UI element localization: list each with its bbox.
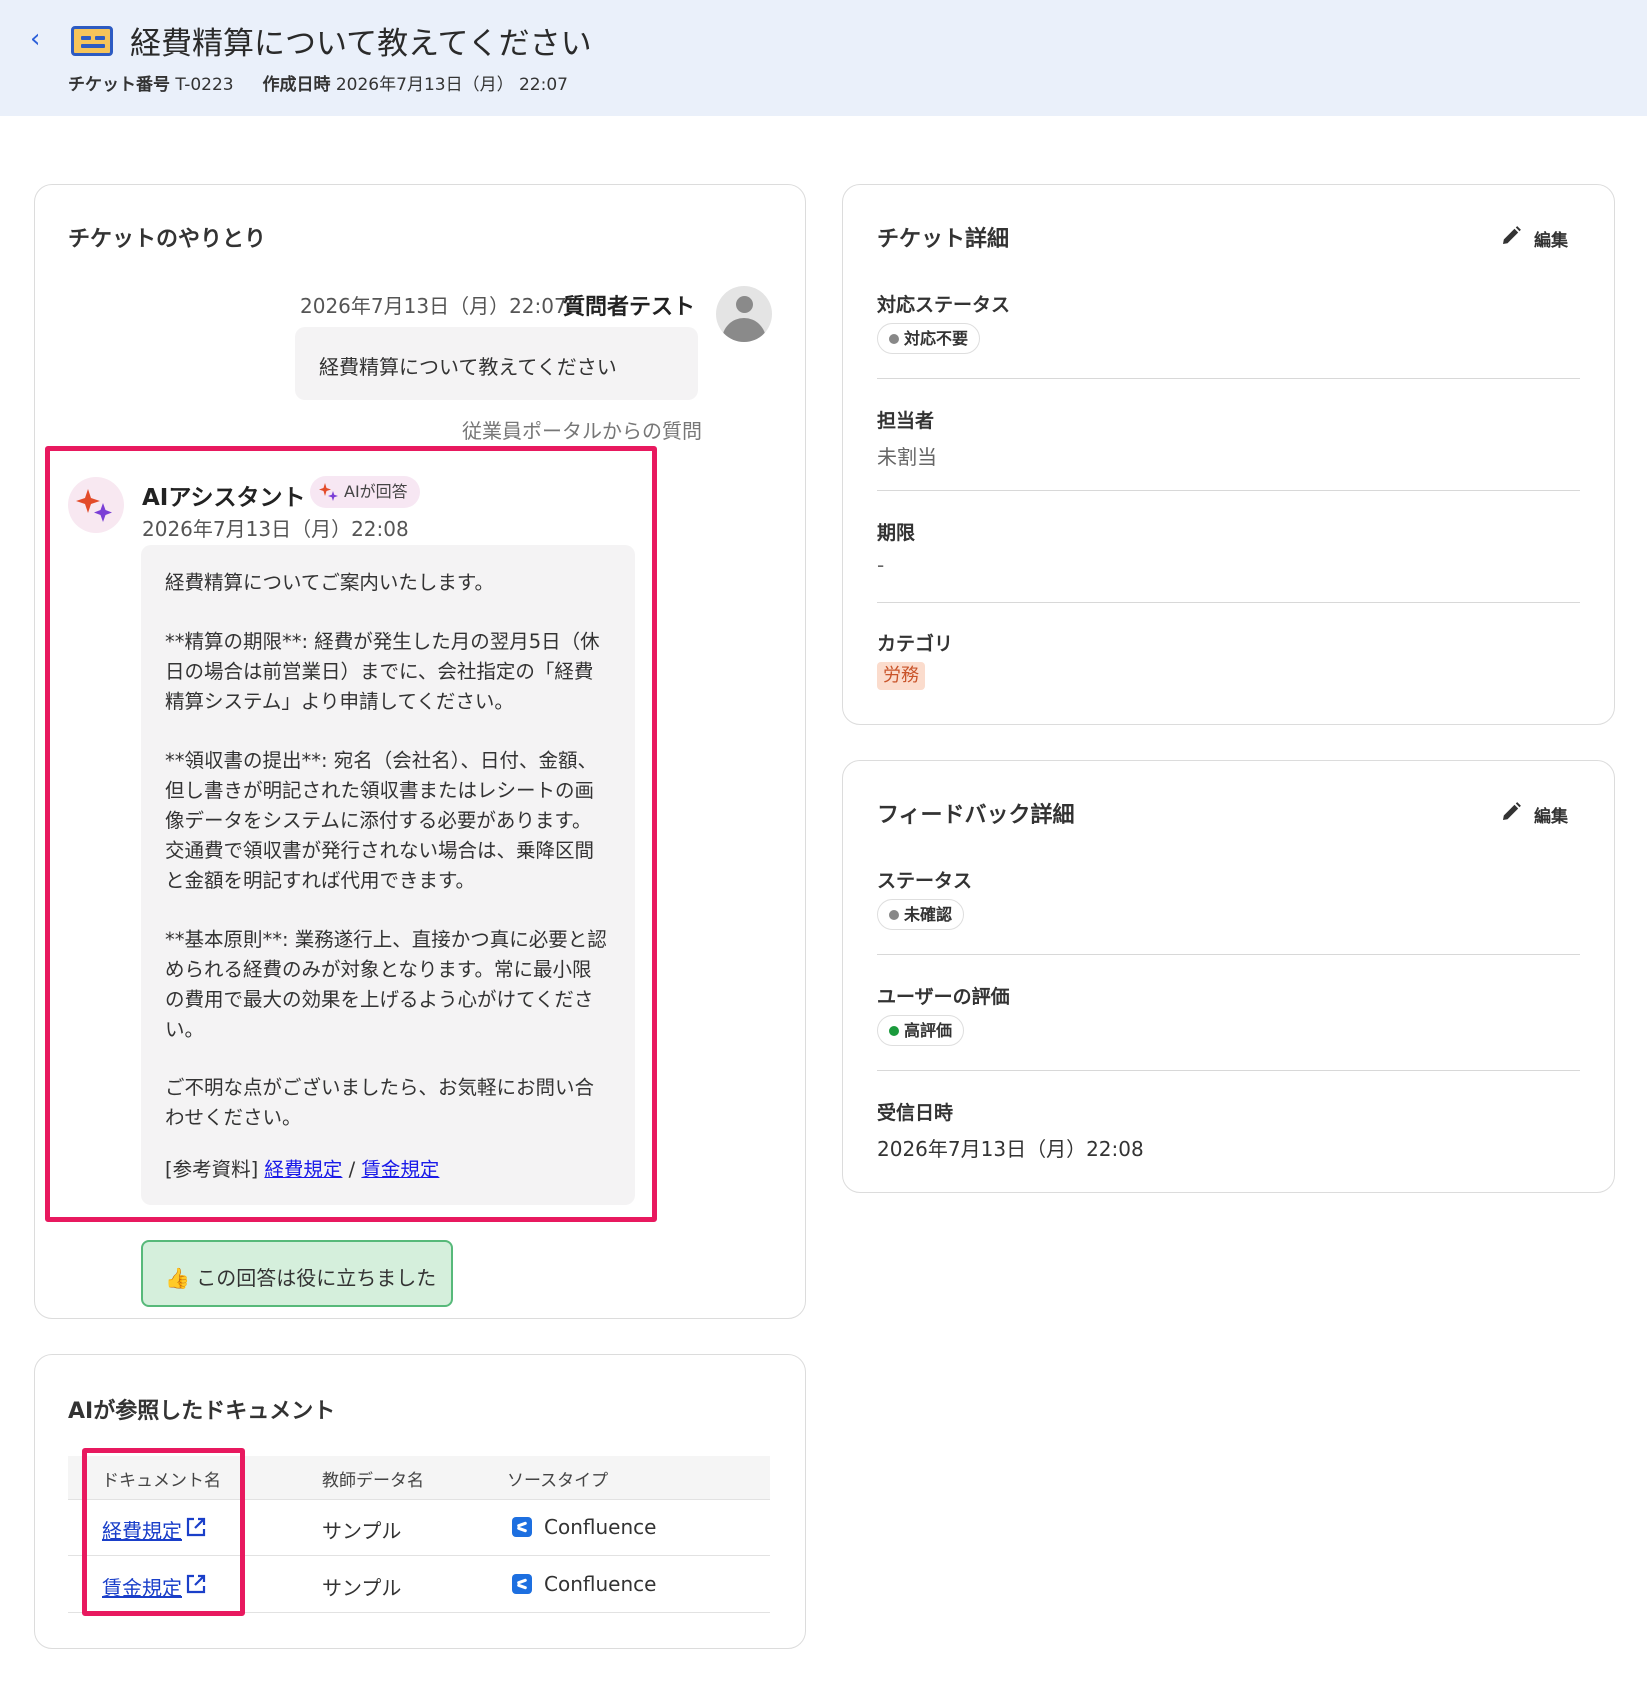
due-value: -	[877, 553, 885, 577]
ai-answer-badge: AIが回答	[310, 476, 420, 508]
external-link-icon[interactable]	[185, 1573, 207, 1595]
divider	[877, 378, 1580, 379]
ai-answer-time: 2026年7月13日（月）22:08	[142, 517, 409, 541]
training-data-name: サンプル	[322, 1576, 402, 1600]
due-label: 期限	[877, 522, 916, 544]
received-label: 受信日時	[877, 1102, 954, 1124]
source-type: Confluence	[544, 1572, 657, 1596]
ai-answer-line: 日の場合は前営業日）までに、会社指定の「経費	[165, 660, 594, 683]
edit-label: 編集	[1534, 231, 1568, 251]
ticket-icon	[71, 26, 113, 56]
created-at: 2026年7月13日（月） 22:07	[335, 75, 568, 95]
ai-answer-line: ご不明な点がございましたら、お気軽にお問い合	[165, 1076, 595, 1099]
category-tag: 労務	[877, 662, 925, 690]
ticket-no: T-0223	[175, 75, 234, 95]
reference-prefix: [参考資料]	[165, 1158, 259, 1181]
column-header-training-data: 教師データ名	[322, 1471, 424, 1491]
pencil-icon	[1503, 802, 1521, 820]
ai-answer-line: **基本原則**: 業務遂行上、直接かつ真に必要と認	[165, 928, 607, 951]
page-header: ‹ 経費精算について教えてください チケット番号 T-0223 作成日時 202…	[0, 0, 1647, 116]
column-header-document-name: ドキュメント名	[102, 1471, 221, 1491]
ticket-details-title: チケット詳細	[877, 227, 1010, 252]
back-chevron-icon[interactable]: ‹	[30, 24, 54, 54]
ai-answer-line: 但し書きが明記された領収書またはレシートの画	[165, 779, 595, 802]
ticket-details-card	[842, 184, 1615, 725]
documents-title: AIが参照したドキュメント	[68, 1399, 336, 1424]
ai-answer-line: められる経費のみが対象となります。常に最小限	[165, 958, 592, 981]
column-header-source-type: ソースタイプ	[507, 1471, 609, 1491]
question-author: 質問者テスト	[563, 295, 696, 320]
feedback-status-badge: 未確認	[877, 899, 965, 930]
document-link-expense[interactable]: 経費規定	[102, 1515, 182, 1544]
status-value: 対応不要	[904, 329, 969, 348]
ai-answer-line: 交通費で領収書が発行されない場合は、乗降区間	[165, 839, 595, 862]
rating-value: 高評価	[904, 1021, 953, 1040]
page-title: 経費精算について教えてください	[130, 26, 592, 62]
document-link-wage[interactable]: 賃金規定	[102, 1572, 182, 1601]
ai-answer-line: と金額を明記すれば代用できます。	[165, 869, 476, 892]
reference-link-expense[interactable]: 経費規定	[264, 1158, 342, 1181]
ai-badge-label: AIが回答	[344, 482, 408, 501]
reference-separator: /	[348, 1158, 356, 1181]
assignee-value: 未割当	[877, 445, 937, 469]
ai-answer-line: **精算の期限**: 経費が発生した月の翌月5日（休	[165, 630, 600, 653]
sparkle-icon	[319, 483, 338, 501]
ticket-no-label: チケット番号	[68, 75, 170, 95]
ai-answer-line: **領収書の提出**: 宛名（会社名）、日付、金額、	[165, 749, 598, 772]
divider	[877, 490, 1580, 491]
ai-answer-line: い。	[165, 1018, 205, 1041]
divider	[877, 954, 1580, 955]
conversation-title: チケットのやりとり	[68, 227, 267, 252]
user-avatar-icon	[716, 286, 772, 342]
reference-link-wage[interactable]: 賃金規定	[361, 1158, 439, 1181]
rating-badge: 高評価	[877, 1015, 965, 1046]
ai-answer-line: 経費精算についてご案内いたします。	[165, 571, 494, 594]
category-label: カテゴリ	[877, 633, 954, 655]
ai-author: AIアシスタント	[142, 485, 306, 511]
assignee-label: 担当者	[877, 410, 935, 432]
ai-avatar	[68, 477, 124, 533]
question-time: 2026年7月13日（月）22:07	[300, 294, 567, 318]
pencil-icon	[1503, 226, 1521, 244]
confluence-icon	[512, 1574, 532, 1594]
edit-label: 編集	[1534, 807, 1568, 827]
ticket-meta: チケット番号 T-0223 作成日時 2026年7月13日（月） 22:07	[68, 70, 568, 95]
sparkle-icon	[76, 489, 112, 522]
row-divider	[68, 1499, 770, 1500]
row-divider	[68, 1555, 770, 1556]
source-type: Confluence	[544, 1515, 657, 1539]
ai-answer-line: 精算システム」より申請してください。	[165, 690, 514, 713]
row-divider	[68, 1612, 770, 1613]
ai-answer-line: わせください。	[165, 1106, 302, 1129]
ai-answer-line: の費用で最大の効果を上げるよう心がけてくださ	[165, 988, 594, 1011]
question-source: 従業員ポータルからの質問	[462, 419, 702, 443]
confluence-icon	[512, 1517, 532, 1537]
created-label: 作成日時	[262, 75, 331, 95]
received-value: 2026年7月13日（月）22:08	[877, 1137, 1144, 1161]
status-label: 対応ステータス	[877, 294, 1011, 316]
feedback-details-title: フィードバック詳細	[877, 803, 1075, 828]
training-data-name: サンプル	[322, 1519, 402, 1543]
ai-answer-line: 像データをシステムに添付する必要があります。	[165, 809, 592, 832]
rating-label: ユーザーの評価	[877, 986, 1010, 1008]
feedback-status-value: 未確認	[904, 905, 953, 924]
reference-line: [参考資料] 経費規定 / 賃金規定	[165, 1155, 439, 1185]
question-bubble: 経費精算について教えてください	[295, 327, 698, 400]
helpful-button[interactable]: 👍 この回答は役に立ちました	[141, 1240, 453, 1307]
external-link-icon[interactable]	[185, 1516, 207, 1538]
divider	[877, 1070, 1580, 1071]
status-badge: 対応不要	[877, 323, 981, 354]
feedback-status-label: ステータス	[877, 870, 973, 892]
divider	[877, 602, 1580, 603]
